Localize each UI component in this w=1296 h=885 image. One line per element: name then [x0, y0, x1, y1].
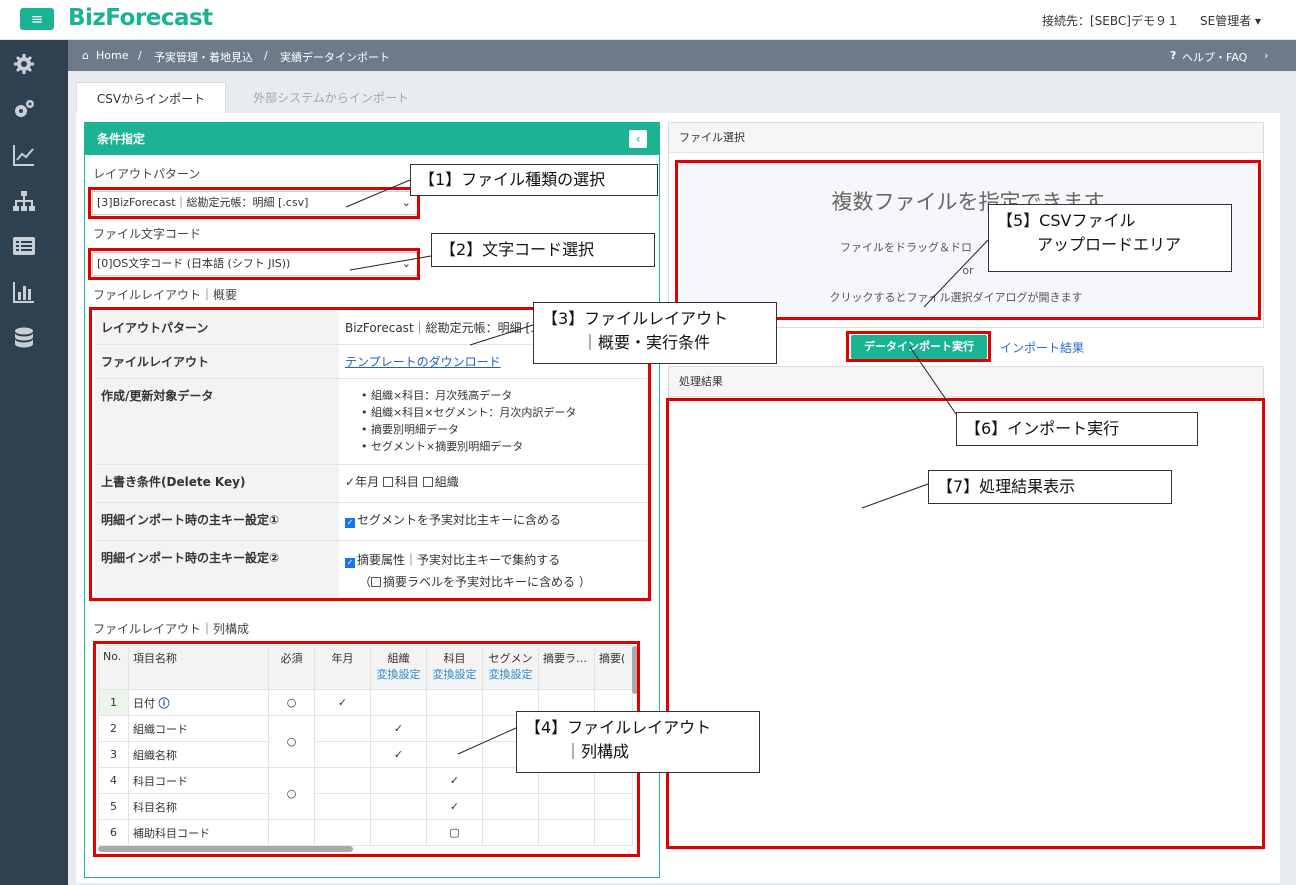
callout-1: 【1】ファイル種類の選択	[410, 164, 658, 196]
callout-3-line1: 【3】ファイルレイアウト	[542, 309, 729, 328]
callout-7: 【7】処理結果表示	[928, 470, 1172, 504]
callout-6: 【6】インポート実行	[956, 412, 1198, 446]
leader-line-1	[345, 179, 411, 208]
callout-4: 【4】ファイルレイアウト ｜列構成	[516, 711, 760, 773]
callout-2: 【2】文字コード選択	[431, 233, 655, 267]
leader-line-6	[909, 346, 957, 415]
leader-line-4	[457, 727, 517, 755]
leader-line-3	[469, 324, 534, 346]
callout-4-line2: ｜列構成	[565, 742, 630, 761]
callout-3: 【3】ファイルレイアウト ｜概要・実行条件	[533, 302, 777, 364]
leader-line-7	[861, 483, 929, 509]
callout-3-line2: ｜概要・実行条件	[582, 333, 711, 352]
leader-line-5	[923, 239, 989, 308]
callout-5: 【5】CSVファイルアップロードエリア	[988, 204, 1232, 272]
leader-line-2	[349, 255, 432, 271]
callout-5-line2: アップロードエリア	[1037, 235, 1182, 254]
callout-5-line1: 【5】CSVファイル	[997, 211, 1136, 230]
callout-4-line1: 【4】ファイルレイアウト	[525, 718, 712, 737]
